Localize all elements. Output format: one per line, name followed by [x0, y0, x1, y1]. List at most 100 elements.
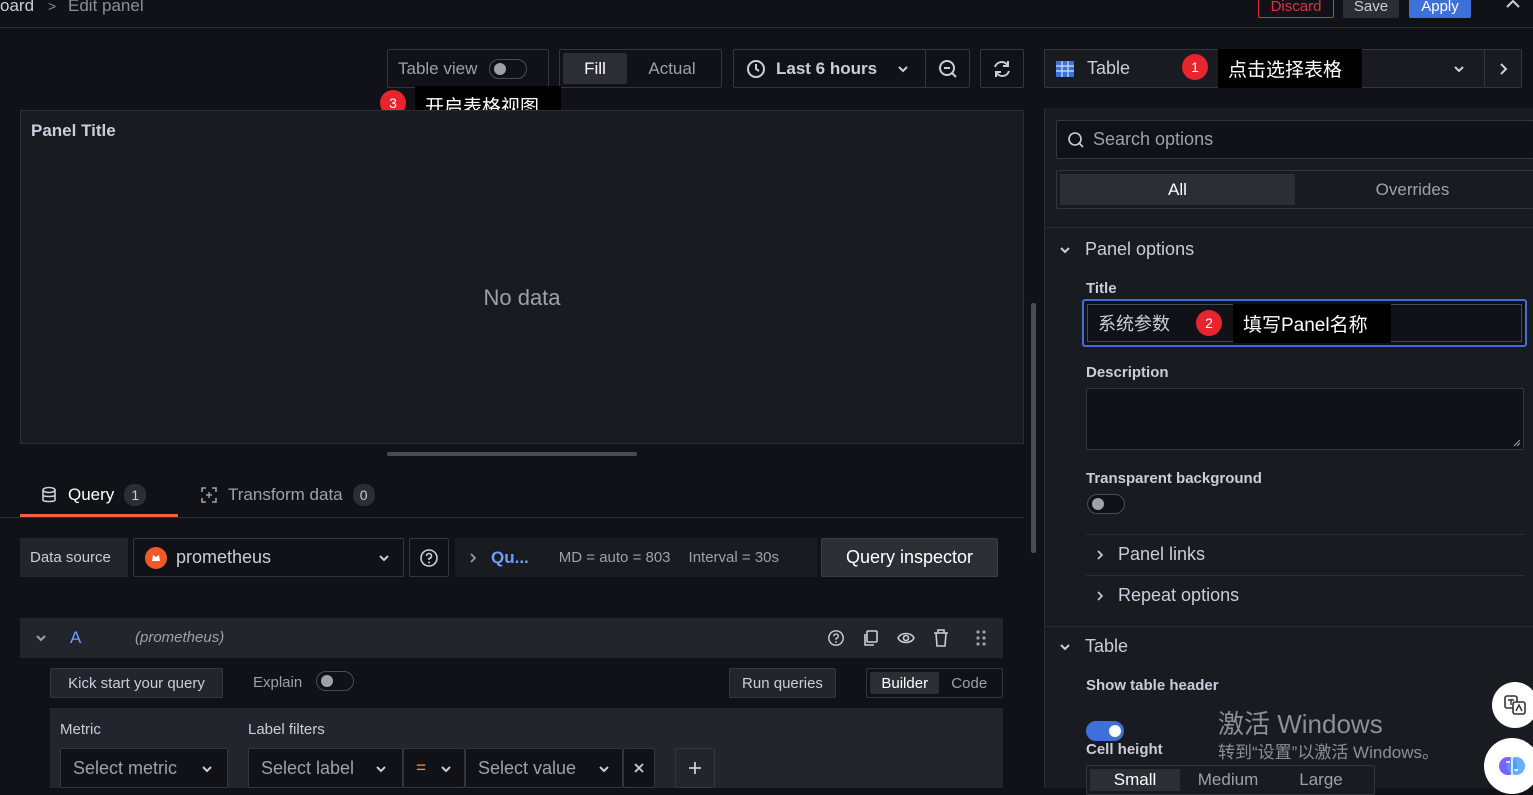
cell-height-options[interactable]: Small Medium Large — [1086, 765, 1375, 795]
chevron-right-icon — [470, 552, 477, 563]
resize-handle[interactable] — [387, 452, 637, 456]
query-ref-id[interactable]: A — [70, 628, 81, 648]
datasource-picker[interactable]: prometheus — [133, 538, 404, 577]
top-bar: oard > Edit panel Discard Save Apply — [0, 0, 1533, 28]
divider — [1086, 534, 1524, 535]
chevron-down-icon — [379, 555, 389, 562]
help-icon[interactable] — [827, 629, 845, 647]
tab-transform[interactable]: Transform data 0 — [198, 476, 408, 514]
explain-toggle[interactable] — [316, 671, 354, 691]
save-button[interactable]: Save — [1343, 0, 1399, 18]
table-icon — [1056, 60, 1074, 77]
divider — [1086, 575, 1524, 576]
value-select[interactable]: Select value — [465, 748, 623, 788]
query-datasource-name: (prometheus) — [135, 629, 225, 646]
title-value: 系统参数 — [1098, 314, 1170, 334]
table-view-label: Table view — [398, 58, 478, 78]
code-option[interactable]: Code — [939, 672, 999, 694]
metric-label: Metric — [60, 721, 101, 738]
trash-icon[interactable] — [932, 628, 950, 648]
metric-select[interactable]: Select metric — [60, 748, 228, 788]
refresh-button[interactable] — [980, 49, 1024, 88]
apply-button[interactable]: Apply — [1409, 0, 1471, 18]
callout-1-text: 点击选择表格 — [1218, 49, 1362, 88]
repeat-options-header[interactable]: Repeat options — [1096, 585, 1239, 606]
zoom-out-icon — [938, 59, 957, 78]
label-placeholder: Select label — [261, 757, 355, 778]
vertical-scrollbar[interactable] — [1031, 303, 1036, 553]
kick-start-button[interactable]: Kick start your query — [50, 668, 223, 698]
time-picker[interactable]: Last 6 hours — [733, 49, 926, 88]
remove-filter-button[interactable] — [623, 748, 655, 788]
query-inspector-button[interactable]: Query inspector — [821, 538, 998, 577]
query-options-row[interactable]: Qu... MD = auto = 803 Interval = 30s — [455, 538, 817, 577]
chevron-down-icon — [1060, 246, 1070, 253]
actual-option[interactable]: Actual — [627, 53, 717, 84]
table-section-header[interactable]: Table — [1059, 636, 1128, 657]
callout-1-marker: 1 — [1182, 54, 1208, 80]
eye-icon[interactable] — [896, 629, 916, 647]
chevron-down-icon[interactable] — [35, 633, 47, 643]
resize-grip-icon[interactable] — [1513, 439, 1521, 447]
table-view-toggle[interactable] — [489, 58, 528, 79]
callout-2-marker: 2 — [1196, 310, 1222, 336]
datasource-label: Data source — [20, 538, 128, 577]
fill-actual-switch[interactable]: Fill Actual — [559, 49, 722, 88]
metric-placeholder: Select metric — [73, 757, 178, 778]
clock-icon — [747, 59, 765, 78]
plus-icon — [689, 762, 701, 774]
operator-value: = — [416, 758, 426, 777]
tab-query[interactable]: Query 1 — [20, 476, 178, 518]
brain-icon — [1499, 757, 1525, 775]
panel-options-header[interactable]: Panel options — [1059, 239, 1194, 260]
chevron-right-icon — [1097, 590, 1104, 601]
show-header-label: Show table header — [1086, 677, 1219, 694]
fill-option[interactable]: Fill — [563, 53, 627, 84]
datasource-help-button[interactable] — [409, 538, 449, 577]
chevron-down-icon — [898, 65, 908, 72]
chevron-down-icon — [202, 766, 212, 773]
tabs-divider — [0, 517, 1024, 518]
tab-transform-label: Transform data — [228, 485, 343, 504]
tab-overrides[interactable]: Overrides — [1295, 174, 1530, 205]
run-queries-button[interactable]: Run queries — [729, 668, 836, 698]
query-options-link[interactable]: Qu... — [491, 548, 529, 568]
tab-all[interactable]: All — [1060, 174, 1295, 205]
label-select[interactable]: Select label — [248, 748, 403, 788]
divider — [1045, 227, 1533, 228]
breadcrumb-parent[interactable]: oard — [0, 0, 34, 16]
search-options-input[interactable]: Search options — [1056, 120, 1533, 159]
toggle-options-button[interactable] — [1484, 49, 1522, 88]
operator-select[interactable]: = — [403, 748, 465, 788]
chevron-down-icon — [1454, 66, 1464, 73]
zoom-out-button[interactable] — [925, 49, 970, 88]
breadcrumb-current: Edit panel — [68, 0, 144, 15]
max-data-points: MD = auto = 803 — [558, 549, 671, 566]
chevron-down-icon — [376, 766, 386, 773]
panel-links-header[interactable]: Panel links — [1096, 544, 1205, 565]
cell-height-label: Cell height — [1086, 741, 1163, 758]
discard-button[interactable]: Discard — [1258, 0, 1334, 18]
description-textarea[interactable] — [1086, 388, 1524, 450]
duplicate-icon[interactable] — [862, 629, 880, 647]
transform-icon — [201, 487, 217, 503]
builder-code-switch[interactable]: Builder Code — [866, 668, 1003, 698]
search-icon — [1068, 131, 1084, 148]
panel-title[interactable]: Panel Title — [31, 121, 116, 141]
collapse-icon[interactable] — [1503, 0, 1523, 14]
transparent-bg-toggle[interactable] — [1087, 494, 1125, 514]
chevron-right-icon — [1097, 549, 1104, 560]
show-header-toggle[interactable] — [1086, 721, 1124, 741]
drag-handle-icon[interactable] — [975, 629, 987, 647]
builder-option[interactable]: Builder — [870, 672, 940, 694]
database-icon — [42, 486, 56, 503]
add-filter-button[interactable] — [675, 748, 715, 788]
table-view-toggle-group[interactable]: Table view — [387, 49, 549, 88]
chevron-down-icon — [599, 766, 609, 773]
repeat-options-label: Repeat options — [1118, 585, 1240, 605]
options-tabs[interactable]: All Overrides — [1056, 170, 1533, 209]
assistant-fab[interactable] — [1484, 738, 1533, 794]
interval-value: Interval = 30s — [688, 549, 779, 566]
watermark-title: 激活 Windows — [1218, 709, 1383, 739]
translate-fab[interactable] — [1492, 682, 1533, 728]
